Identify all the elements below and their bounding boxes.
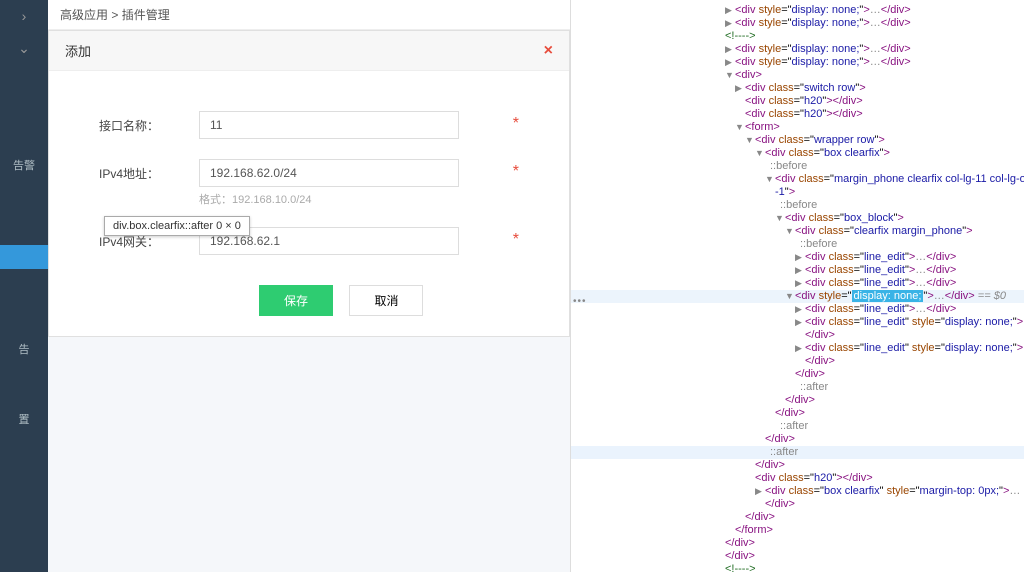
interface-label: 接口名称： — [99, 111, 199, 134]
save-button[interactable]: 保存 — [259, 285, 333, 316]
modal: 添加 × 接口名称： * IPv4地址： 格式：192.168.10.0/24 — [48, 30, 570, 337]
ipv4addr-hint: 格式：192.168.10.0/24 — [199, 191, 505, 207]
sidebar-item-0[interactable]: 告警 — [0, 145, 48, 185]
devtools-tooltip: div.box.clearfix::after 0 × 0 — [104, 216, 250, 236]
ipv4addr-label: IPv4地址： — [99, 159, 199, 182]
ipv4addr-input[interactable] — [199, 159, 459, 187]
chevron-down-icon[interactable]: ⌄ — [0, 32, 48, 65]
close-icon[interactable]: × — [544, 42, 553, 60]
breadcrumb-2[interactable]: 插件管理 — [122, 8, 170, 22]
sidebar-item-4[interactable]: 告 — [0, 329, 48, 369]
sidebar: › ⌄ 告警 告 置 — [0, 0, 48, 572]
main-content: 高级应用 > 插件管理 添加 × 接口名称： * IPv4地址： — [48, 0, 570, 572]
modal-title: 添加 — [65, 41, 91, 60]
required-mark: * — [513, 231, 519, 249]
sidebar-item-active[interactable] — [0, 245, 48, 269]
chevron-right-icon[interactable]: › — [0, 0, 48, 32]
breadcrumb: 高级应用 > 插件管理 — [48, 0, 570, 30]
selected-dom-node[interactable]: ▼<div style="display: none;">…</div> == … — [571, 290, 1024, 303]
interface-input[interactable] — [199, 111, 459, 139]
overflow-indicator: ••• — [571, 296, 587, 307]
breadcrumb-1[interactable]: 高级应用 — [60, 8, 108, 22]
modal-header: 添加 × — [49, 31, 569, 71]
devtools-elements-panel[interactable]: ••• ▶<div style="display: none;">…</div>… — [570, 0, 1024, 572]
required-mark: * — [513, 115, 519, 133]
cancel-button[interactable]: 取消 — [349, 285, 423, 316]
required-mark: * — [513, 163, 519, 181]
sidebar-item-5[interactable]: 置 — [0, 399, 48, 439]
